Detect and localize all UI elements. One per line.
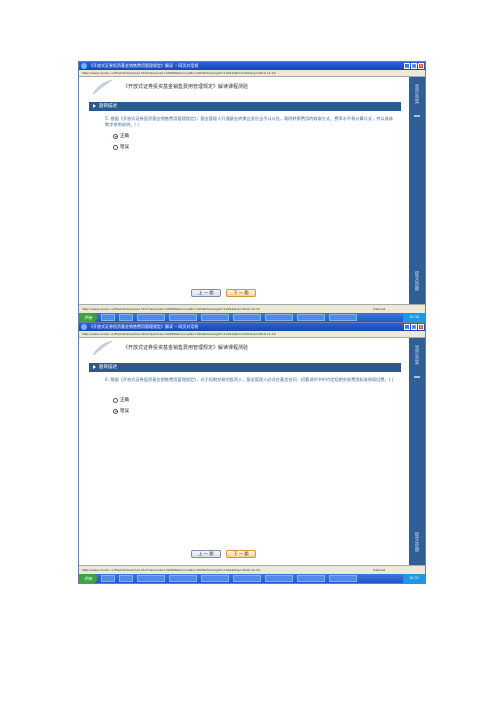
address-bar[interactable]: http://www.cscsdc.cn/FlashOnline/Quiz.ht… xyxy=(79,70,425,77)
status-url: http://www.cscsdc.cn/FlashOnline/Quiz.ht… xyxy=(82,568,260,572)
window-titlebar: 《开放式证券投资基金销售费用管理规定》解读 -- 网页对话框 _ □ × xyxy=(79,62,425,70)
system-clock: 15:30 xyxy=(403,313,425,322)
address-bar[interactable]: http://www.cscsdc.cn/FlashOnline/Quiz.ht… xyxy=(79,331,425,338)
window-titlebar: 《开放式证券投资基金销售费用管理规定》解读 -- 网页对话框 _ □ × xyxy=(79,323,425,331)
taskbar-item[interactable] xyxy=(297,575,325,582)
status-url: http://www.cscsdc.cn/FlashOnline/Quiz.ht… xyxy=(82,307,260,311)
taskbar-item[interactable] xyxy=(169,314,197,321)
start-button[interactable]: 开始 xyxy=(79,313,97,322)
radio-true[interactable] xyxy=(113,133,118,139)
sidebar-divider xyxy=(414,376,420,378)
right-sidebar: 显示答案 提交答题 xyxy=(409,77,425,304)
question-text: 5. 根据《开放式证券投资基金销售费用管理规定》，基金管理人开通基金转换业务应当… xyxy=(105,116,393,127)
feather-logo-icon xyxy=(92,340,113,356)
course-title: 《开放式证券投资基金销售费用管理规定》解读课程测验 xyxy=(123,84,249,90)
taskbar: 开始 15:31 xyxy=(79,574,425,583)
section-header-label: 题目描述 xyxy=(99,365,117,370)
maximize-button[interactable]: □ xyxy=(411,63,417,69)
section-header: 题目描述 xyxy=(89,102,401,111)
ie-icon xyxy=(81,63,87,69)
taskbar-item[interactable] xyxy=(137,314,165,321)
start-button[interactable]: 开始 xyxy=(79,574,97,583)
taskbar-item[interactable] xyxy=(265,575,293,582)
right-sidebar: 显示答案 提交答题 xyxy=(409,338,425,565)
feather-logo-icon xyxy=(92,79,113,95)
submit-answer-button[interactable]: 提交答题 xyxy=(413,272,421,292)
taskbar-item[interactable] xyxy=(329,314,357,321)
next-question-button[interactable]: 下 一 题 xyxy=(226,289,256,297)
taskbar-item[interactable] xyxy=(329,575,357,582)
option-true-label: 正确 xyxy=(120,134,129,139)
option-false-label: 错误 xyxy=(120,409,129,414)
nav-buttons: 上 一 题 下 一 题 xyxy=(191,550,256,558)
taskbar-item[interactable] xyxy=(265,314,293,321)
taskbar-item[interactable] xyxy=(201,314,229,321)
quiz-screenshot-2: 《开放式证券投资基金销售费用管理规定》解读 -- 网页对话框 _ □ × htt… xyxy=(78,322,426,584)
status-zone: Internet xyxy=(373,568,385,572)
radio-true[interactable] xyxy=(113,397,118,403)
prev-question-button[interactable]: 上 一 题 xyxy=(191,289,221,297)
option-false[interactable]: 错误 xyxy=(113,144,129,150)
section-header-label: 题目描述 xyxy=(99,104,117,109)
quiz-screenshot-1: 《开放式证券投资基金销售费用管理规定》解读 -- 网页对话框 _ □ × htt… xyxy=(78,61,426,323)
taskbar-item[interactable] xyxy=(101,575,115,582)
section-header: 题目描述 xyxy=(89,363,401,372)
prev-question-button[interactable]: 上 一 题 xyxy=(191,550,221,558)
taskbar-item[interactable] xyxy=(169,575,197,582)
minimize-button[interactable]: _ xyxy=(404,324,410,330)
taskbar: 开始 15:30 xyxy=(79,313,425,322)
close-button[interactable]: × xyxy=(418,63,424,69)
taskbar-item[interactable] xyxy=(233,575,261,582)
status-zone: Internet xyxy=(373,307,385,311)
submit-answer-button[interactable]: 提交答题 xyxy=(413,533,421,553)
taskbar-item[interactable] xyxy=(233,314,261,321)
arrow-right-icon xyxy=(93,104,96,108)
course-title: 《开放式证券投资基金销售费用管理规定》解读课程测验 xyxy=(123,345,249,351)
window-title: 《开放式证券投资基金销售费用管理规定》解读 -- 网页对话框 xyxy=(89,63,199,68)
question-text: 6. 根据《开放式证券投资基金销售费用管理规定》，对于短期交易的投资人，基金管理… xyxy=(105,377,394,382)
status-bar: http://www.cscsdc.cn/FlashOnline/Quiz.ht… xyxy=(79,565,425,574)
status-bar: http://www.cscsdc.cn/FlashOnline/Quiz.ht… xyxy=(79,304,425,313)
window-title: 《开放式证券投资基金销售费用管理规定》解读 -- 网页对话框 xyxy=(89,324,199,329)
show-answer-button[interactable]: 显示答案 xyxy=(413,346,421,366)
quiz-page: 《开放式证券投资基金销售费用管理规定》解读课程测验 题目描述 6. 根据《开放式… xyxy=(79,338,409,565)
taskbar-item[interactable] xyxy=(101,314,115,321)
option-false[interactable]: 错误 xyxy=(113,408,129,414)
taskbar-item[interactable] xyxy=(119,575,133,582)
taskbar-item[interactable] xyxy=(201,575,229,582)
taskbar-item[interactable] xyxy=(137,575,165,582)
ie-icon xyxy=(81,324,87,330)
system-clock: 15:31 xyxy=(403,574,425,583)
taskbar-item[interactable] xyxy=(119,314,133,321)
nav-buttons: 上 一 题 下 一 题 xyxy=(191,289,256,297)
show-answer-button[interactable]: 显示答案 xyxy=(413,85,421,105)
minimize-button[interactable]: _ xyxy=(404,63,410,69)
radio-false[interactable] xyxy=(113,408,118,414)
sidebar-divider xyxy=(414,115,420,117)
maximize-button[interactable]: □ xyxy=(411,324,417,330)
radio-false[interactable] xyxy=(113,144,118,150)
option-false-label: 错误 xyxy=(120,145,129,150)
option-true-label: 正确 xyxy=(120,398,129,403)
close-button[interactable]: × xyxy=(418,324,424,330)
arrow-right-icon xyxy=(93,365,96,369)
quiz-page: 《开放式证券投资基金销售费用管理规定》解读课程测验 题目描述 5. 根据《开放式… xyxy=(79,77,409,304)
option-true[interactable]: 正确 xyxy=(113,133,129,139)
next-question-button[interactable]: 下 一 题 xyxy=(226,550,256,558)
option-true[interactable]: 正确 xyxy=(113,397,129,403)
taskbar-item[interactable] xyxy=(297,314,325,321)
